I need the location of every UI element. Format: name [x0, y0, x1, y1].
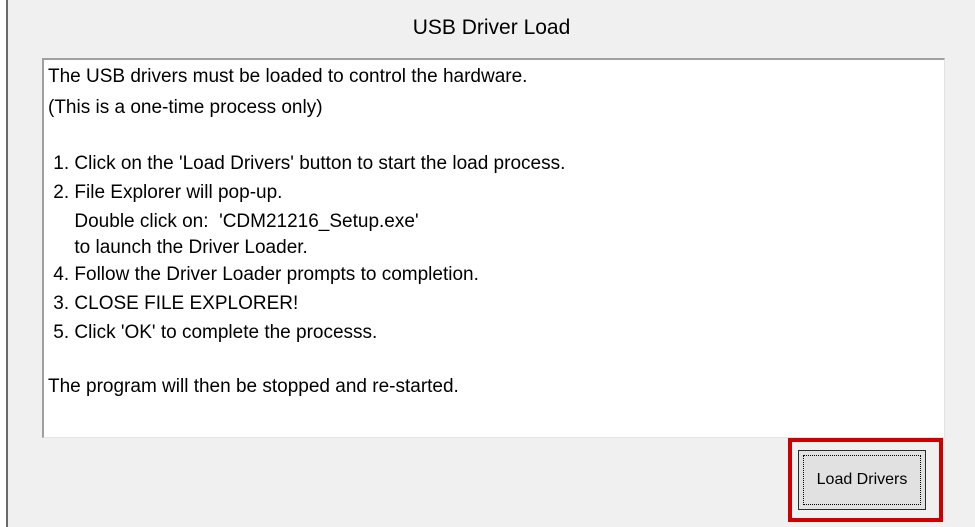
instruction-line: 3. CLOSE FILE EXPLORER!: [48, 293, 299, 314]
instruction-line: 4. Follow the Driver Loader prompts to c…: [48, 264, 479, 285]
instruction-line: The program will then be stopped and re-…: [48, 376, 459, 397]
instruction-line: (This is a one-time process only): [48, 97, 323, 118]
instruction-line: Double click on: 'CDM21216_Setup.exe': [48, 211, 419, 232]
instruction-line: 5. Click 'OK' to complete the processs.: [48, 322, 378, 343]
instruction-line: to launch the Driver Loader.: [48, 237, 308, 258]
instruction-line: 2. File Explorer will pop-up.: [48, 182, 283, 203]
instruction-line: 1. Click on the 'Load Drivers' button to…: [48, 153, 566, 174]
instructions-textbox[interactable]: The USB drivers must be loaded to contro…: [42, 58, 945, 438]
load-drivers-button[interactable]: Load Drivers: [798, 450, 926, 510]
instruction-line: The USB drivers must be loaded to contro…: [48, 66, 528, 87]
dialog-title: USB Driver Load: [412, 16, 571, 39]
